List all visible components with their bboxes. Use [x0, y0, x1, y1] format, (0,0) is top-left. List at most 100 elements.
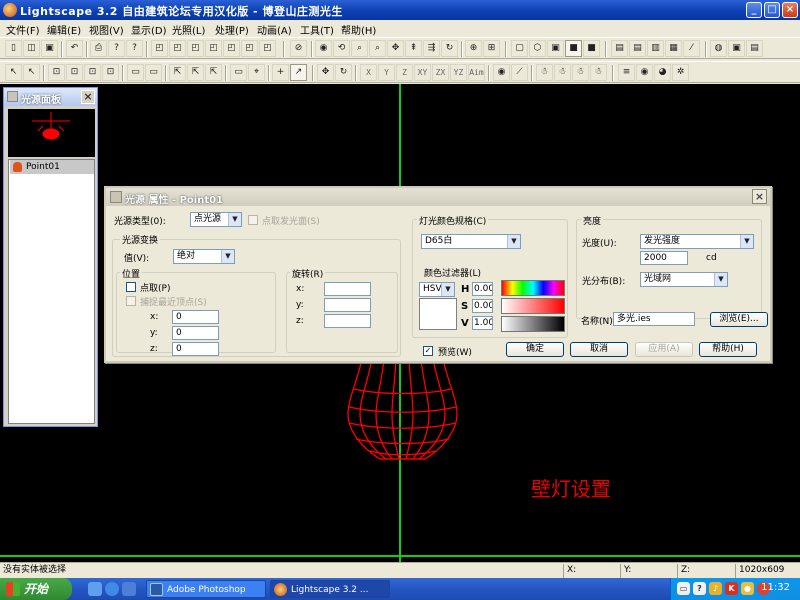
shaded-box-icon[interactable]: ▣	[547, 40, 564, 57]
layer-3-icon[interactable]: ▥	[647, 40, 664, 57]
view-cube-2-icon[interactable]: ◰	[169, 40, 186, 57]
snap-vertex-checkbox[interactable]	[126, 296, 136, 306]
walk-icon[interactable]: ⇞	[405, 40, 422, 57]
sphere-icon[interactable]: ◕	[654, 64, 671, 81]
axis-z-button[interactable]: Z	[396, 64, 413, 81]
start-button[interactable]: 开始	[0, 578, 72, 600]
ok-button[interactable]: 确定	[506, 342, 564, 357]
value-slider[interactable]	[501, 316, 565, 332]
figure-1-icon[interactable]: ☃	[536, 64, 553, 81]
pan-icon[interactable]: ✥	[387, 40, 404, 57]
wand-icon[interactable]: ⁄	[683, 40, 700, 57]
help-icon[interactable]: ?	[108, 40, 125, 57]
pos-y-input[interactable]: 0	[172, 326, 219, 340]
axis-x-button[interactable]: X	[360, 64, 377, 81]
s-input[interactable]: 0.00	[472, 299, 493, 313]
context-help-icon[interactable]: ?	[126, 40, 143, 57]
light-type-select[interactable]: 点光源 ▼	[190, 212, 242, 227]
distribution-select[interactable]: 光域网 ▼	[640, 272, 728, 287]
close-button[interactable]: ×	[782, 2, 798, 18]
select-polygon-icon[interactable]: ⊡	[102, 64, 119, 81]
cancel-button[interactable]: 取消	[570, 342, 628, 357]
print-icon[interactable]: ⎙	[90, 40, 107, 57]
paste-icon[interactable]: ▭	[145, 64, 162, 81]
task-photoshop[interactable]: Adobe Photoshop	[146, 580, 266, 598]
undo-icon[interactable]: ↶	[66, 40, 83, 57]
green-cube-icon[interactable]: ■	[583, 40, 600, 57]
tray-volume-icon[interactable]: ♪	[709, 582, 722, 595]
rot-y-input[interactable]	[324, 298, 371, 312]
light-panel-close-icon[interactable]: ×	[81, 90, 95, 104]
layer-4-icon[interactable]: ▦	[665, 40, 682, 57]
maximize-button[interactable]: □	[764, 2, 780, 18]
pos-x-input[interactable]: 0	[172, 310, 219, 324]
wire-box-icon[interactable]: ▢	[511, 40, 528, 57]
browse-button[interactable]: 浏览(E)...	[710, 312, 768, 327]
add-light-icon[interactable]: +	[272, 64, 289, 81]
light-list-item[interactable]: Point01	[10, 160, 94, 174]
axis-aim-button[interactable]: Aim	[468, 64, 485, 81]
figure-2-icon[interactable]: ☃	[554, 64, 571, 81]
move-2-icon[interactable]: ⇱	[187, 64, 204, 81]
axis-y-button[interactable]: Y	[378, 64, 395, 81]
solid-cube-icon[interactable]: ■	[565, 40, 582, 57]
apply-button[interactable]: 应用(A)	[635, 342, 693, 357]
menu-help[interactable]: 帮助(H)	[341, 22, 376, 37]
select-light-icon[interactable]: ↗	[290, 64, 307, 81]
value-select[interactable]: 绝对 ▼	[173, 249, 235, 264]
menu-tools[interactable]: 工具(T)	[300, 22, 334, 37]
axis-yz-button[interactable]: YZ	[450, 64, 467, 81]
color-model-select[interactable]: HSV ▼	[419, 282, 455, 297]
select-crossing-icon[interactable]: ⊡	[66, 64, 83, 81]
new-file-icon[interactable]: ▯	[5, 40, 22, 57]
minimize-button[interactable]: _	[746, 2, 762, 18]
tray-help-icon[interactable]: ?	[693, 582, 706, 595]
select-arrow-icon[interactable]: ↖	[5, 64, 22, 81]
color-spec-select[interactable]: D65白 ▼	[421, 234, 521, 249]
menu-process[interactable]: 处理(P)	[215, 22, 249, 37]
globe-icon[interactable]: ◉	[636, 64, 653, 81]
view-cube-3-icon[interactable]: ◰	[187, 40, 204, 57]
saturation-slider[interactable]	[501, 298, 565, 314]
materials-icon[interactable]: ◍	[710, 40, 727, 57]
desktop-icon[interactable]	[88, 582, 102, 596]
wire-cube-icon[interactable]: ⬡	[529, 40, 546, 57]
axis-xy-button[interactable]: XY	[414, 64, 431, 81]
tray-k-icon[interactable]: K	[725, 582, 738, 595]
view-cube-1-icon[interactable]: ◰	[151, 40, 168, 57]
rotate-view-icon[interactable]: ↻	[441, 40, 458, 57]
lights-icon[interactable]: ▤	[746, 40, 763, 57]
zoom-icon[interactable]: ⌕	[369, 40, 386, 57]
eye-icon[interactable]: ◉	[315, 40, 332, 57]
menu-file[interactable]: 文件(F)	[6, 22, 40, 37]
pointer-sun-icon[interactable]: ✲	[672, 64, 689, 81]
rot-z-input[interactable]	[324, 314, 371, 328]
preview-checkbox[interactable]: ✓	[423, 346, 433, 356]
reflect-icon[interactable]: ⟋	[511, 64, 528, 81]
zoom-extents-icon[interactable]: ⊘	[290, 40, 307, 57]
axis-move-icon[interactable]: ✥	[317, 64, 334, 81]
open-file-icon[interactable]: ◫	[23, 40, 40, 57]
select-add-icon[interactable]: ↖	[23, 64, 40, 81]
select-fence-icon[interactable]: ⊡	[84, 64, 101, 81]
dialog-close-icon[interactable]: ×	[752, 189, 767, 204]
axis-rotate-icon[interactable]: ↻	[335, 64, 352, 81]
task-lightscape[interactable]: Lightscape 3.2 ...	[270, 580, 390, 598]
intensity-input[interactable]: 2000	[640, 251, 688, 265]
color-swatch[interactable]	[419, 298, 457, 330]
tray-network-icon[interactable]: ▭	[677, 582, 690, 595]
filename-input[interactable]: 多光.ies	[613, 312, 695, 326]
zoom-region-icon[interactable]: ⊞	[483, 40, 500, 57]
rot-x-input[interactable]	[324, 282, 371, 296]
pick-checkbox[interactable]	[126, 282, 136, 292]
fly-icon[interactable]: ⇶	[423, 40, 440, 57]
h-input[interactable]: 0.00	[472, 282, 493, 296]
figure-4-icon[interactable]: ☃	[590, 64, 607, 81]
quicklaunch-icon[interactable]	[122, 582, 136, 596]
hue-slider[interactable]	[501, 280, 565, 296]
layers-stack-icon[interactable]: ≡	[618, 64, 635, 81]
layer-icon[interactable]: ▤	[611, 40, 628, 57]
v-input[interactable]: 1.00	[472, 316, 493, 330]
move-icon[interactable]: ⇱	[169, 64, 186, 81]
emit-surface-checkbox[interactable]	[248, 215, 258, 225]
